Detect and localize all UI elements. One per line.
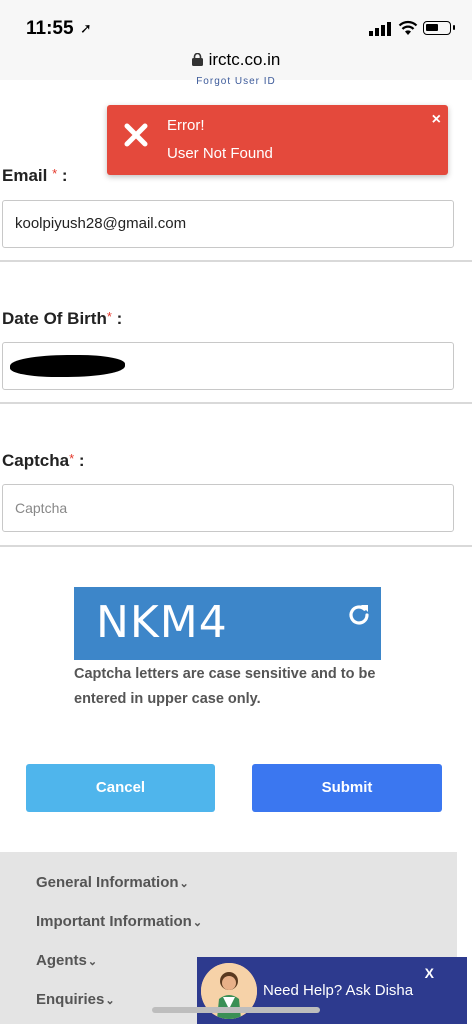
forgot-user-id-link[interactable]: Forgot User ID	[0, 76, 472, 87]
footer-general-information[interactable]: General Information⌄	[36, 874, 189, 891]
close-icon[interactable]: ×	[432, 111, 441, 129]
footer-agents[interactable]: Agents⌄	[36, 952, 97, 969]
divider	[0, 545, 472, 547]
chevron-down-icon: ⌄	[87, 956, 98, 968]
chevron-down-icon: ⌄	[179, 878, 189, 890]
cellular-signal-icon	[369, 22, 391, 36]
submit-button[interactable]: Submit	[252, 764, 442, 812]
status-bar: 11:55 ➚ irctc.co.in Forgot User ID	[0, 0, 472, 87]
dob-label: Date Of Birth* :	[2, 309, 123, 328]
cancel-button[interactable]: Cancel	[26, 764, 215, 812]
divider	[0, 402, 472, 404]
close-icon[interactable]: X	[425, 965, 434, 981]
error-title: Error!	[167, 117, 205, 134]
captcha-label: Captcha* :	[2, 451, 85, 470]
captcha-note: Captcha letters are case sensitive and t…	[74, 666, 376, 707]
footer-enquiries[interactable]: Enquiries⌄	[36, 991, 115, 1008]
redaction-mark	[10, 355, 125, 377]
email-field[interactable]: koolpiyush28@gmail.com	[2, 200, 454, 248]
clock: 11:55	[26, 18, 74, 39]
footer-important-information[interactable]: Important Information⌄	[36, 913, 202, 930]
captcha-input[interactable]: Captcha	[2, 484, 454, 532]
divider	[0, 260, 472, 262]
chevron-down-icon: ⌄	[105, 995, 115, 1007]
refresh-icon[interactable]	[345, 601, 373, 629]
home-indicator	[152, 1007, 320, 1013]
captcha-image: NKM4	[74, 587, 381, 660]
lock-icon	[191, 53, 203, 66]
captcha-text: NKM4	[96, 597, 228, 648]
chevron-down-icon: ⌄	[192, 917, 203, 929]
error-x-icon	[124, 123, 148, 147]
email-label: Email * :	[2, 166, 68, 185]
url-text: irctc.co.in	[208, 50, 281, 69]
location-arrow-icon: ➚	[80, 20, 92, 36]
address-bar[interactable]: irctc.co.in	[0, 50, 472, 70]
battery-icon	[423, 21, 455, 35]
disha-chat-widget[interactable]: Need Help? Ask Disha X	[197, 957, 467, 1024]
error-message: User Not Found	[167, 145, 273, 162]
wifi-icon	[398, 20, 418, 35]
error-toast: Error! User Not Found ×	[107, 105, 448, 175]
disha-help-text: Need Help? Ask Disha	[263, 982, 414, 999]
